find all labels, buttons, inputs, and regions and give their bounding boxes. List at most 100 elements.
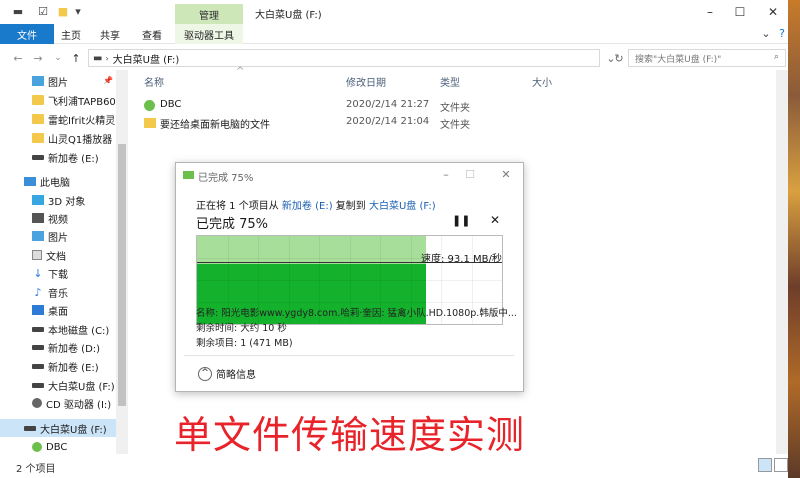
sort-up-icon: ^ (236, 66, 245, 77)
sidebar-item-drive-f[interactable]: 大白菜U盘 (F:) (0, 376, 116, 394)
progress-status: 已完成 75% (196, 217, 269, 232)
destination-link[interactable]: 大白菜U盘 (F:) (369, 201, 436, 212)
drive-icon (24, 425, 36, 431)
search-placeholder: 搜索"大白菜U盘 (F:)" (635, 54, 722, 65)
documents-icon (32, 250, 42, 260)
tab-manage[interactable]: 管理 (175, 4, 243, 24)
drive-icon (32, 382, 44, 388)
address-bar[interactable]: ▬ › 大白菜U盘 (F:) (88, 49, 600, 67)
scrollbar-thumb[interactable] (118, 144, 126, 406)
column-header-name[interactable]: 名称 (144, 74, 164, 90)
sidebar-item-videos[interactable]: 视频 (0, 209, 116, 227)
sidebar-item-drive-f-selected[interactable]: 大白菜U盘 (F:) (0, 419, 116, 437)
pause-button[interactable]: ❚❚ (452, 214, 470, 227)
copy-icon (183, 171, 194, 179)
sidebar-item-pictures-quick[interactable]: 图片 📌 (0, 72, 116, 90)
close-icon[interactable]: ✕ (758, 3, 788, 21)
tab-file[interactable]: 文件 (0, 24, 54, 44)
sidebar-item-music[interactable]: ♪ 音乐 (0, 283, 116, 301)
minimize-icon[interactable]: – (695, 3, 725, 21)
folder-icon (32, 133, 44, 143)
column-header-size[interactable]: 大小 (532, 74, 552, 90)
chevron-down-icon[interactable]: ⌄ (50, 50, 66, 66)
sidebar-item-desktop[interactable]: 桌面 (0, 301, 116, 319)
column-header-type[interactable]: 类型 (440, 74, 460, 90)
file-row[interactable]: DBC 2020/2/14 21:27 文件夹 (140, 97, 500, 114)
file-type: 文件夹 (440, 120, 470, 131)
fewer-details-button[interactable]: ^ 简略信息 (198, 366, 256, 381)
copy-description: 正在将 1 个项目从 新加卷 (E:) 复制到 大白菜U盘 (F:) (196, 201, 436, 212)
drive-icon: ▬ (93, 52, 103, 64)
forward-arrow-icon[interactable]: → (30, 50, 46, 66)
new-folder-icon[interactable]: ■ (56, 5, 70, 18)
caption-text: 单文件传输速度实测 (174, 413, 526, 457)
sidebar-item-folder[interactable]: 山灵Q1播放器 (0, 129, 116, 147)
desktop-icon (32, 305, 44, 315)
file-row[interactable]: 要还给桌面新电脑的文件 2020/2/14 21:04 文件夹 (140, 114, 500, 131)
sidebar-item-pictures[interactable]: 图片 (0, 227, 116, 245)
pin-icon[interactable]: 📌 (103, 76, 113, 85)
sidebar-item-drive-c[interactable]: 本地磁盘 (C:) (0, 320, 116, 338)
tab-drive-tools[interactable]: 驱动器工具 (175, 24, 243, 44)
graph-gridline (197, 280, 502, 281)
search-icon[interactable]: ⌕ (774, 52, 779, 62)
video-icon (32, 213, 44, 223)
column-header-modified[interactable]: 修改日期 (346, 74, 386, 90)
divider (184, 355, 514, 356)
maximize-icon: ☐ (465, 167, 475, 181)
search-input[interactable]: 搜索"大白菜U盘 (F:)" ⌕ (628, 49, 786, 67)
sidebar-item-downloads[interactable]: ↓ 下载 (0, 264, 116, 282)
tab-share[interactable]: 共享 (92, 24, 128, 44)
graph-gridline (197, 258, 502, 259)
drive-icon (32, 326, 44, 332)
sidebar-item-3d-objects[interactable]: 3D 对象 (0, 191, 116, 209)
drive-icon (32, 344, 44, 350)
details-view-icon[interactable] (758, 458, 772, 472)
address-row: ← → ⌄ ↑ ▬ › 大白菜U盘 (F:) ⌄ ↻ 搜索"大白菜U盘 (F:)… (0, 46, 788, 70)
time-remaining: 剩余时间: 大约 10 秒 (196, 323, 287, 334)
sidebar-item-this-pc[interactable]: 此电脑 (0, 172, 116, 190)
sidebar-item-folder[interactable]: 雷蛇Ifrit火精灵 (0, 110, 116, 128)
download-icon: ↓ (33, 266, 43, 280)
minimize-icon[interactable]: – (438, 167, 454, 181)
chevron-up-icon: ^ (198, 366, 212, 381)
chevron-down-icon[interactable]: ▾ (72, 5, 84, 18)
drive-icon: ▬ (12, 5, 24, 18)
sidebar-item-documents[interactable]: 文档 (0, 246, 116, 264)
pc-icon (24, 176, 36, 186)
music-icon: ♪ (34, 285, 42, 299)
close-icon[interactable]: ✕ (498, 167, 514, 181)
title-bar: ▬ ☑ ■ ▾ 管理 大白菜U盘 (F:) – ☐ ✕ (0, 0, 788, 24)
help-icon[interactable]: ? (776, 27, 788, 40)
tab-view[interactable]: 查看 (134, 24, 170, 44)
sidebar-scrollbar[interactable] (116, 70, 128, 454)
chevron-down-icon[interactable]: ⌄ (760, 27, 772, 40)
up-arrow-icon[interactable]: ↑ (68, 50, 84, 66)
tab-home[interactable]: 主页 (54, 24, 88, 44)
refresh-icon[interactable]: ↻ (611, 50, 627, 66)
cancel-button[interactable]: ✕ (490, 213, 500, 227)
source-link[interactable]: 新加卷 (E:) (282, 201, 333, 212)
ribbon-tabs: 文件 主页 共享 查看 驱动器工具 ⌄ ? (0, 24, 788, 44)
maximize-icon[interactable]: ☐ (725, 3, 755, 21)
back-arrow-icon[interactable]: ← (10, 50, 26, 66)
address-path: 大白菜U盘 (F:) (112, 54, 180, 66)
desktop-background (788, 0, 800, 478)
file-modified: 2020/2/14 21:27 (346, 99, 430, 110)
sidebar-item-cd-drive[interactable]: CD 驱动器 (I:) (0, 394, 116, 412)
pictures-icon (32, 76, 44, 86)
navigation-pane: 图片 📌 飞利浦TAPB603 雷蛇Ifrit火精灵 山灵Q1播放器 新加卷 (… (0, 70, 128, 454)
dbc-icon (144, 100, 155, 111)
file-modified: 2020/2/14 21:04 (346, 116, 430, 127)
window-title: 大白菜U盘 (F:) (255, 10, 322, 21)
sidebar-item-drive-e[interactable]: 新加卷 (E:) (0, 357, 116, 375)
item-count: 2 个项目 (16, 464, 56, 475)
content-scrollbar[interactable] (776, 70, 788, 454)
file-name: DBC (160, 99, 182, 110)
folder-icon (32, 95, 44, 105)
large-icons-view-icon[interactable] (774, 458, 788, 472)
sidebar-item-drive-e[interactable]: 新加卷 (E:) (0, 148, 116, 166)
sidebar-item-drive-d[interactable]: 新加卷 (D:) (0, 338, 116, 356)
properties-icon[interactable]: ☑ (36, 5, 50, 18)
sidebar-item-folder[interactable]: 飞利浦TAPB603 (0, 91, 116, 109)
